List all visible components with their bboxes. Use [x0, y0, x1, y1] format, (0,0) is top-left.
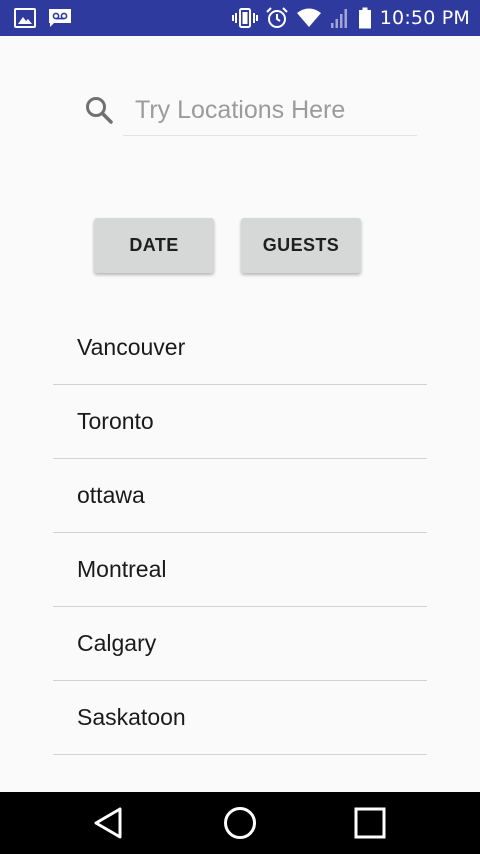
home-icon[interactable]	[222, 805, 258, 841]
status-bar-right: 10:50 PM	[231, 0, 470, 36]
location-item-ottawa[interactable]: ottawa	[53, 459, 427, 533]
image-notification-icon	[14, 8, 36, 28]
location-label: Saskatoon	[77, 704, 186, 730]
back-icon[interactable]	[92, 805, 128, 841]
location-label: Vancouver	[77, 334, 186, 360]
location-item-vancouver[interactable]: Vancouver	[53, 311, 427, 385]
alarm-icon	[266, 7, 288, 28]
location-label: Montreal	[77, 556, 167, 582]
status-bar: 10:50 PM	[0, 0, 480, 36]
vibrate-icon	[231, 8, 258, 28]
search-icon	[86, 97, 113, 124]
signal-icon	[330, 9, 347, 28]
battery-icon	[358, 7, 371, 29]
location-item-toronto[interactable]: Toronto	[53, 385, 427, 459]
status-bar-left	[14, 6, 72, 30]
status-time: 10:50 PM	[379, 7, 470, 29]
guests-button[interactable]: GUESTS	[241, 218, 361, 273]
location-label: Calgary	[77, 630, 157, 656]
voicemail-icon	[49, 9, 71, 27]
date-button[interactable]: DATE	[94, 218, 214, 273]
location-item-calgary[interactable]: Calgary	[53, 607, 427, 681]
location-list: Vancouver Toronto ottawa Montreal Calgar…	[53, 311, 427, 755]
location-label: Toronto	[77, 408, 154, 434]
location-label: ottawa	[77, 482, 145, 508]
location-item-montreal[interactable]: Montreal	[53, 533, 427, 607]
location-item-saskatoon[interactable]: Saskatoon	[53, 681, 427, 755]
recents-icon[interactable]	[352, 805, 388, 841]
navigation-bar	[0, 792, 480, 854]
search-input[interactable]	[123, 86, 417, 136]
wifi-icon	[296, 8, 321, 27]
